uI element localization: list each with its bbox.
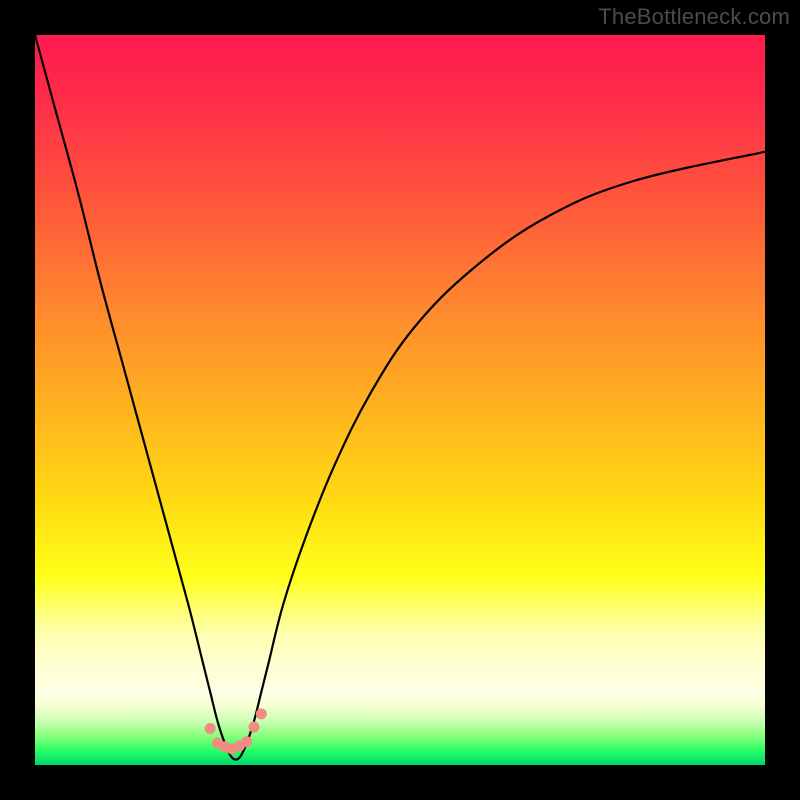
highlight-dot <box>256 708 267 719</box>
highlight-dot <box>205 723 216 734</box>
highlight-dot <box>249 722 260 733</box>
plot-area <box>35 35 765 765</box>
highlight-dots <box>205 708 267 754</box>
highlight-dot <box>241 736 252 747</box>
watermark-text: TheBottleneck.com <box>598 4 790 30</box>
bottleneck-curve <box>35 35 765 760</box>
chart-container: TheBottleneck.com <box>0 0 800 800</box>
curve-layer <box>35 35 765 765</box>
